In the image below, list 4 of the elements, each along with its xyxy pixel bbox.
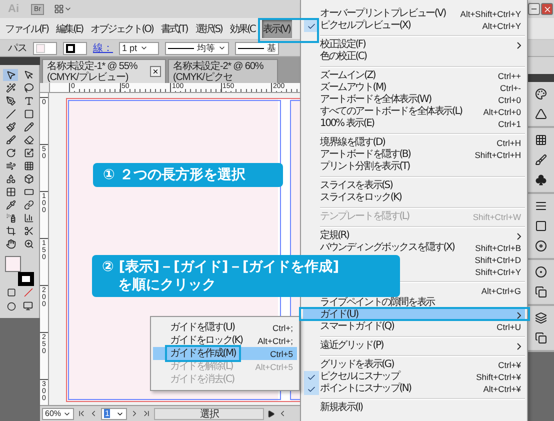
callout-text: ① ２つの長方形を選択 xyxy=(103,166,247,184)
selection-type-label: パス xyxy=(8,42,27,55)
callout-text: ② [表示]－[ガイド]－[ガイドを作成] xyxy=(102,258,340,276)
callout-text: を順にクリック xyxy=(117,276,217,294)
